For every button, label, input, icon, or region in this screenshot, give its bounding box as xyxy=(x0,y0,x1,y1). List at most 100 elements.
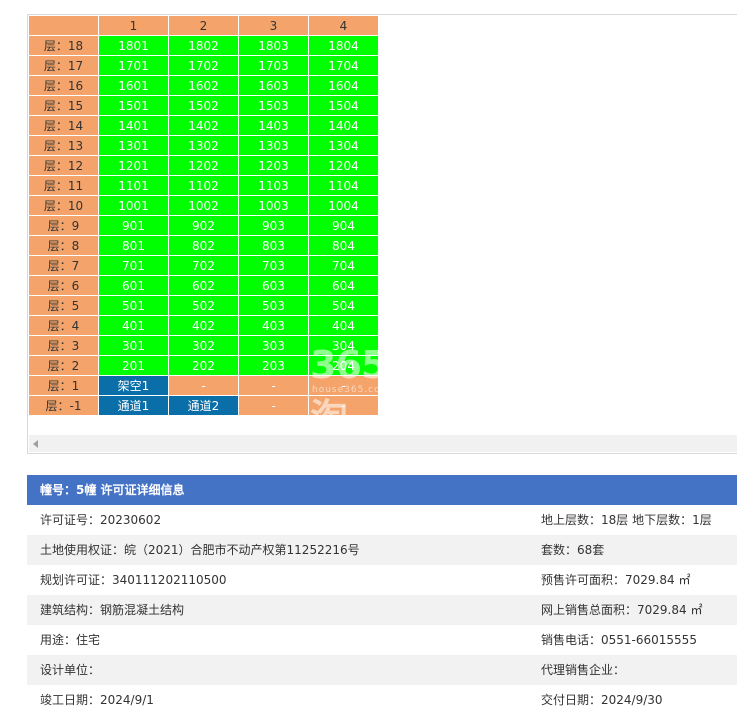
unit-cell[interactable]: 604 xyxy=(309,276,379,296)
floor-row: 层：8 801 802 803 804 xyxy=(29,236,379,256)
unit-cell[interactable]: 702 xyxy=(169,256,239,276)
empty-unit-cell: - xyxy=(169,376,239,396)
unit-cell[interactable]: 904 xyxy=(309,216,379,236)
unit-cell[interactable]: 502 xyxy=(169,296,239,316)
unit-cell[interactable]: 302 xyxy=(169,336,239,356)
scroll-left-arrow-icon[interactable] xyxy=(33,440,38,448)
unit-cell[interactable]: 701 xyxy=(99,256,169,276)
unit-cell[interactable]: 204 xyxy=(309,356,379,376)
unit-cell[interactable]: 802 xyxy=(169,236,239,256)
unit-cell[interactable]: 1001 xyxy=(99,196,169,216)
unit-cell[interactable]: 1602 xyxy=(169,76,239,96)
unit-cell[interactable]: 1604 xyxy=(309,76,379,96)
unit-cell[interactable]: 1703 xyxy=(239,56,309,76)
unit-cell[interactable]: 301 xyxy=(99,336,169,356)
unit-cell[interactable]: 1203 xyxy=(239,156,309,176)
unit-cell[interactable]: 501 xyxy=(99,296,169,316)
unit-cell[interactable]: 703 xyxy=(239,256,309,276)
horizontal-scrollbar[interactable] xyxy=(29,435,737,452)
unit-cell[interactable]: 804 xyxy=(309,236,379,256)
unit-cell[interactable]: 通道1 xyxy=(99,396,169,416)
unit-cell[interactable]: 1403 xyxy=(239,116,309,136)
floor-label: 层：10 xyxy=(29,196,99,216)
permit-info-row: 规划许可证：340111202110500 预售许可面积：7029.84 ㎡ xyxy=(27,565,737,595)
permit-info-row: 建筑结构：钢筋混凝土结构 网上销售总面积：7029.84 ㎡ xyxy=(27,595,737,625)
unit-cell[interactable]: 1501 xyxy=(99,96,169,116)
permit-info-row: 设计单位： 代理销售企业： xyxy=(27,655,737,685)
unit-cell[interactable]: 304 xyxy=(309,336,379,356)
grid-header-row: 1234 xyxy=(29,16,379,36)
unit-cell[interactable]: 1702 xyxy=(169,56,239,76)
unit-cell[interactable]: 201 xyxy=(99,356,169,376)
unit-cell[interactable]: 1803 xyxy=(239,36,309,56)
unit-cell[interactable]: 303 xyxy=(239,336,309,356)
unit-cell[interactable]: 1302 xyxy=(169,136,239,156)
unit-cell[interactable]: 601 xyxy=(99,276,169,296)
unit-cell[interactable]: 1204 xyxy=(309,156,379,176)
unit-cell[interactable]: 903 xyxy=(239,216,309,236)
unit-cell[interactable]: 203 xyxy=(239,356,309,376)
permit-info-row: 土地使用权证：皖（2021）合肥市不动产权第11252216号 套数：68套 xyxy=(27,535,737,565)
unit-cell[interactable]: 1502 xyxy=(169,96,239,116)
floor-row: 层：6 601 602 603 604 xyxy=(29,276,379,296)
unit-cell[interactable]: 1103 xyxy=(239,176,309,196)
unit-cell[interactable]: 503 xyxy=(239,296,309,316)
unit-cell[interactable]: 1301 xyxy=(99,136,169,156)
unit-cell[interactable]: 1202 xyxy=(169,156,239,176)
unit-cell[interactable]: 1303 xyxy=(239,136,309,156)
permit-info-right: 预售许可面积：7029.84 ㎡ xyxy=(541,573,691,587)
column-header: 3 xyxy=(239,16,309,36)
unit-cell[interactable]: 403 xyxy=(239,316,309,336)
floor-row: 层：-1 通道1 通道2- - xyxy=(29,396,379,416)
unit-cell[interactable]: 1104 xyxy=(309,176,379,196)
column-header: 1 xyxy=(99,16,169,36)
permit-info-right: 套数：68套 xyxy=(541,543,605,557)
permit-info-left: 用途：住宅 xyxy=(40,633,101,647)
unit-cell[interactable]: 1802 xyxy=(169,36,239,56)
floor-row: 层：12 1201 1202 1203 1204 xyxy=(29,156,379,176)
permit-info-row: 许可证号：20230602 地上层数：18层 地下层数：1层 xyxy=(27,505,737,535)
unit-cell[interactable]: 202 xyxy=(169,356,239,376)
unit-cell[interactable]: 404 xyxy=(309,316,379,336)
grid-corner-cell xyxy=(29,16,99,36)
unit-cell[interactable]: 801 xyxy=(99,236,169,256)
unit-cell[interactable]: 902 xyxy=(169,216,239,236)
unit-cell[interactable]: 1003 xyxy=(239,196,309,216)
unit-cell[interactable]: 803 xyxy=(239,236,309,256)
floor-row: 层：14 1401 1402 1403 1404 xyxy=(29,116,379,136)
unit-cell[interactable]: 901 xyxy=(99,216,169,236)
unit-cell[interactable]: 1603 xyxy=(239,76,309,96)
unit-cell[interactable]: 602 xyxy=(169,276,239,296)
unit-cell[interactable]: 1801 xyxy=(99,36,169,56)
unit-cell[interactable]: 401 xyxy=(99,316,169,336)
unit-cell[interactable]: 603 xyxy=(239,276,309,296)
floor-label: 层：12 xyxy=(29,156,99,176)
unit-cell[interactable]: 1704 xyxy=(309,56,379,76)
permit-info-title: 幢号：5幢 许可证详细信息 xyxy=(27,475,737,505)
unit-cell[interactable]: 1804 xyxy=(309,36,379,56)
unit-cell[interactable]: 504 xyxy=(309,296,379,316)
unit-cell[interactable]: 通道2 xyxy=(169,396,239,416)
unit-cell[interactable]: 1504 xyxy=(309,96,379,116)
floor-label: 层：9 xyxy=(29,216,99,236)
unit-cell[interactable]: 1201 xyxy=(99,156,169,176)
unit-cell[interactable]: 1404 xyxy=(309,116,379,136)
floor-row: 层：16 1601 1602 1603 1604 xyxy=(29,76,379,96)
unit-cell[interactable]: 1402 xyxy=(169,116,239,136)
unit-cell[interactable]: 1304 xyxy=(309,136,379,156)
floor-label: 层：17 xyxy=(29,56,99,76)
unit-cell[interactable]: 1401 xyxy=(99,116,169,136)
floor-label: 层：7 xyxy=(29,256,99,276)
unit-cell[interactable]: 402 xyxy=(169,316,239,336)
unit-cell[interactable]: 1701 xyxy=(99,56,169,76)
unit-cell[interactable]: 架空1 xyxy=(99,376,169,396)
unit-cell[interactable]: 1002 xyxy=(169,196,239,216)
column-header: 2 xyxy=(169,16,239,36)
unit-cell[interactable]: 1004 xyxy=(309,196,379,216)
permit-info-panel: 幢号：5幢 许可证详细信息 许可证号：20230602 地上层数：18层 地下层数… xyxy=(27,475,737,715)
unit-cell[interactable]: 704 xyxy=(309,256,379,276)
unit-cell[interactable]: 1503 xyxy=(239,96,309,116)
unit-cell[interactable]: 1101 xyxy=(99,176,169,196)
unit-cell[interactable]: 1601 xyxy=(99,76,169,96)
unit-cell[interactable]: 1102 xyxy=(169,176,239,196)
